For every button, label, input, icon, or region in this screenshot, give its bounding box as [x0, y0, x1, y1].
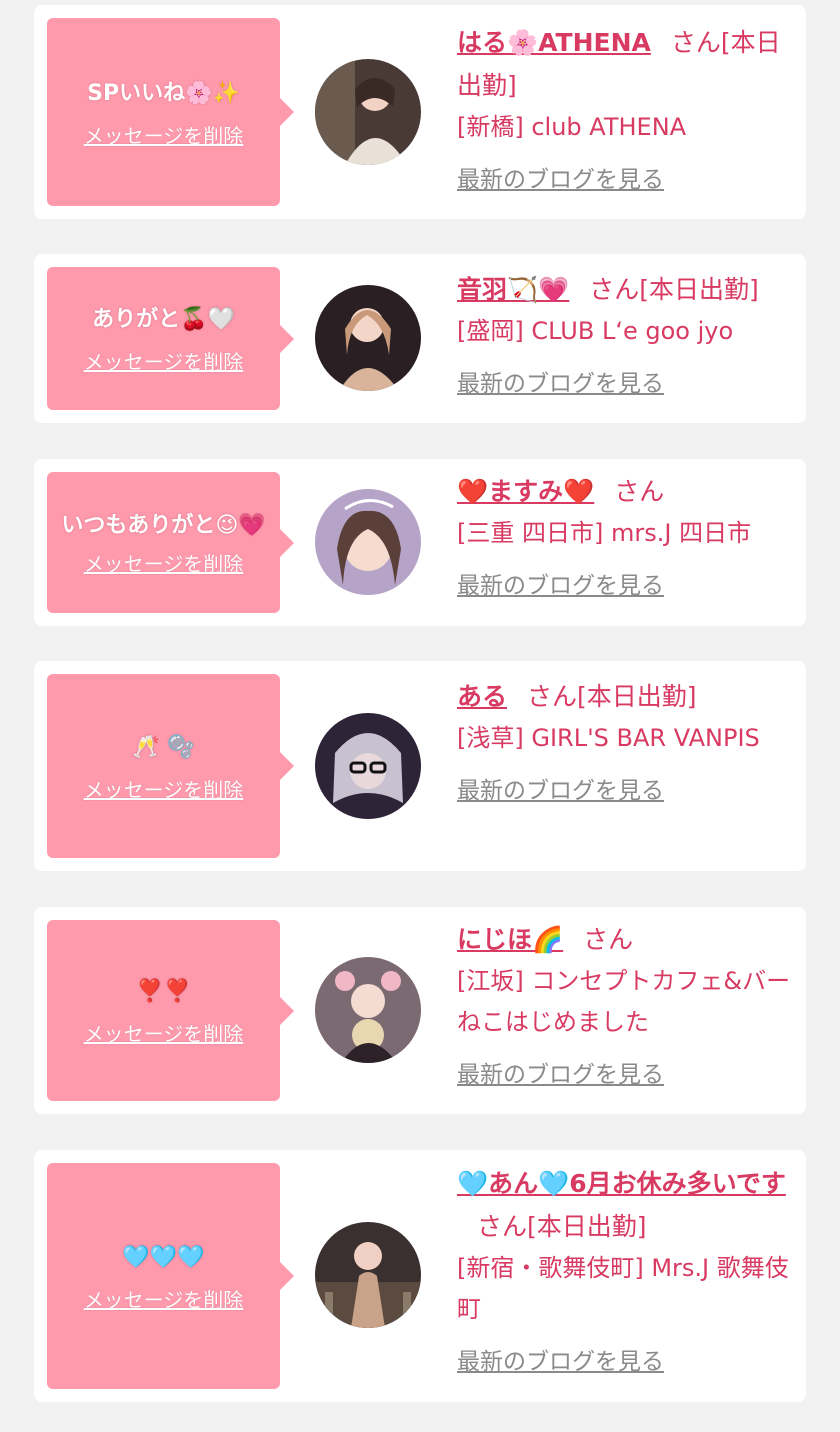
cast-name-link[interactable]: はる🌸ATHENA [457, 28, 651, 57]
message-bubble: SPいいね🌸✨ メッセージを削除 [47, 18, 294, 206]
honorific: さん [614, 477, 665, 506]
latest-blog-link[interactable]: 最新のブログを見る [457, 771, 664, 805]
latest-blog-link[interactable]: 最新のブログを見る [457, 160, 664, 194]
message-text: ありがと🍒🤍 [92, 307, 235, 332]
message-text: 🩵🩵🩵 [122, 1244, 205, 1270]
honorific: さん [477, 1212, 528, 1241]
cast-info: 音羽🏹💗 さん[本日出勤] [盛岡] CLUB L‘e goo jyo 最新のブロ… [457, 268, 797, 398]
cast-name-link[interactable]: にじほ🌈 [457, 925, 563, 954]
latest-blog-link[interactable]: 最新のブログを見る [457, 1342, 664, 1376]
avatar[interactable] [315, 713, 421, 819]
delete-message-link[interactable]: メッセージを削除 [84, 1284, 244, 1313]
honorific: さん [670, 28, 721, 57]
shop-info: [盛岡] CLUB L‘e goo jyo [457, 317, 734, 345]
list-item: SPいいね🌸✨ メッセージを削除 はる🌸ATHENA さん[本日出勤] [新橋] … [34, 5, 806, 219]
cast-info: はる🌸ATHENA さん[本日出勤] [新橋] club ATHENA 最新のブロ… [457, 21, 797, 194]
avatar[interactable] [315, 957, 421, 1063]
shop-info: [江坂] コンセプトカフェ&バー ねこはじめました [457, 967, 815, 1036]
shop-info: [新宿・歌舞伎町] Mrs.J 歌舞伎町 [457, 1254, 789, 1323]
delete-message-link[interactable]: メッセージを削除 [84, 1018, 244, 1047]
avatar-photo-icon [315, 957, 421, 1063]
message-bubble: ❣️❣️ メッセージを削除 [47, 920, 294, 1101]
honorific: さん [583, 925, 634, 954]
delete-message-link[interactable]: メッセージを削除 [84, 774, 244, 803]
delete-message-link[interactable]: メッセージを削除 [84, 120, 244, 149]
cast-info: にじほ🌈 さん [江坂] コンセプトカフェ&バー ねこはじめました 最新のブログを… [457, 918, 815, 1089]
list-item: 🥂 🫧 メッセージを削除 ある さん[本日出勤] [浅草] GIRL'S BAR … [34, 661, 806, 871]
message-bubble: ありがと🍒🤍 メッセージを削除 [47, 267, 294, 410]
shop-info: [浅草] GIRL'S BAR VANPIS [457, 724, 760, 752]
delete-message-link[interactable]: メッセージを削除 [84, 548, 244, 577]
avatar[interactable] [315, 59, 421, 165]
message-text: いつもありがと😉💗 [61, 513, 266, 538]
avatar-photo-icon [315, 713, 421, 819]
shop-info: [新橋] club ATHENA [457, 113, 687, 141]
message-bubble: 🩵🩵🩵 メッセージを削除 [47, 1163, 294, 1389]
cast-name-link[interactable]: 🩵あん🩵6月お休み多いです [457, 1169, 786, 1198]
cast-name-link[interactable]: 音羽🏹💗 [457, 275, 569, 304]
list-item: ありがと🍒🤍 メッセージを削除 音羽🏹💗 さん[本日出勤] [盛岡] CLUB L… [34, 254, 806, 423]
list-item: いつもありがと😉💗 メッセージを削除 ❤️ますみ❤️ さん [三重 四日市] mr… [34, 459, 806, 626]
honorific: さん [527, 682, 578, 711]
list-item: 🩵🩵🩵 メッセージを削除 🩵あん🩵6月お休み多いですさん[本日出勤] [新宿・歌… [34, 1150, 806, 1402]
delete-message-link[interactable]: メッセージを削除 [84, 346, 244, 375]
message-text: ❣️❣️ [136, 979, 191, 1004]
list-item: ❣️❣️ メッセージを削除 にじほ🌈 さん [江坂] コンセプトカフェ&バー ねこ… [34, 907, 815, 1114]
latest-blog-link[interactable]: 最新のブログを見る [457, 364, 664, 398]
avatar-photo-icon [315, 489, 421, 595]
message-text: 🥂 🫧 [132, 734, 195, 760]
message-bubble: いつもありがと😉💗 メッセージを削除 [47, 472, 294, 613]
avatar[interactable] [315, 1222, 421, 1328]
avatar[interactable] [315, 285, 421, 391]
cast-name-link[interactable]: ❤️ますみ❤️ [457, 477, 594, 506]
cast-info: 🩵あん🩵6月お休み多いですさん[本日出勤] [新宿・歌舞伎町] Mrs.J 歌舞… [457, 1162, 797, 1376]
attendance-status: [本日出勤] [527, 1212, 647, 1241]
cast-info: ❤️ますみ❤️ さん [三重 四日市] mrs.J 四日市 最新のブログを見る [457, 470, 797, 600]
attendance-status: [本日出勤] [577, 682, 697, 711]
cast-info: ある さん[本日出勤] [浅草] GIRL'S BAR VANPIS 最新のブログ… [457, 675, 797, 805]
latest-blog-link[interactable]: 最新のブログを見る [457, 1055, 664, 1089]
attendance-status: [本日出勤] [639, 275, 759, 304]
avatar-photo-icon [315, 59, 421, 165]
message-bubble: 🥂 🫧 メッセージを削除 [47, 674, 294, 858]
avatar[interactable] [315, 489, 421, 595]
message-text: SPいいね🌸✨ [87, 80, 240, 106]
message-list: SPいいね🌸✨ メッセージを削除 はる🌸ATHENA さん[本日出勤] [新橋] … [0, 0, 840, 1432]
avatar-photo-icon [315, 1222, 421, 1328]
honorific: さん [589, 275, 640, 304]
shop-info: [三重 四日市] mrs.J 四日市 [457, 519, 752, 547]
cast-name-link[interactable]: ある [457, 682, 507, 711]
avatar-photo-icon [315, 285, 421, 391]
latest-blog-link[interactable]: 最新のブログを見る [457, 566, 664, 600]
